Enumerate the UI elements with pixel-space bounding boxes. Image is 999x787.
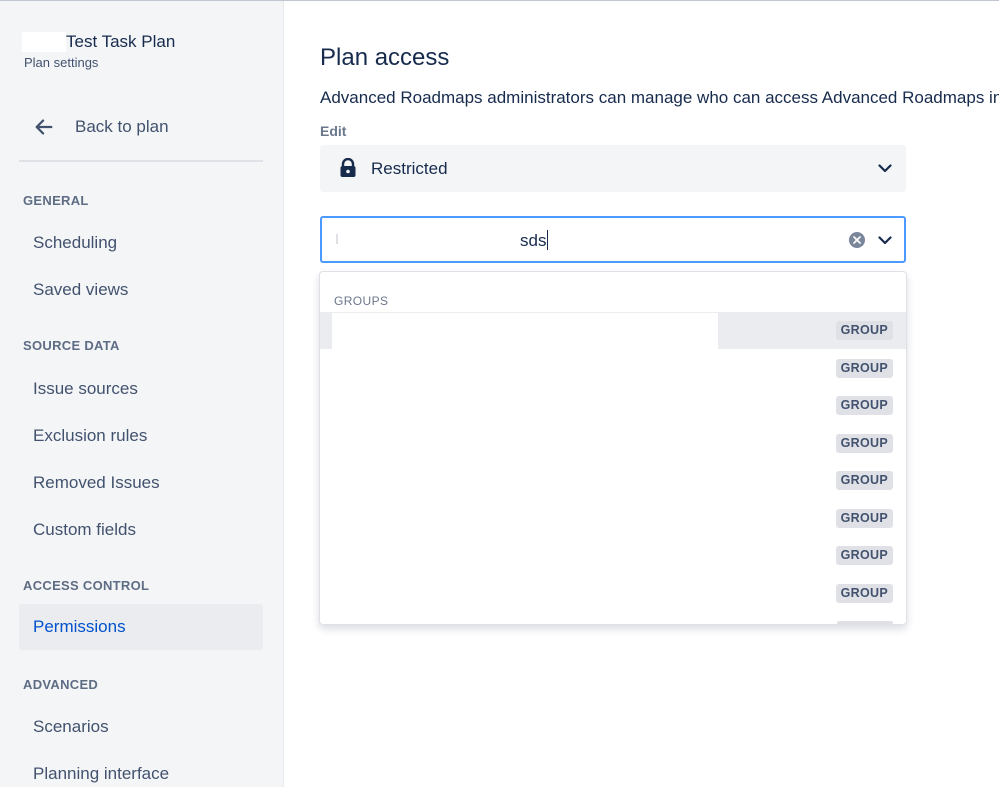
group-option[interactable]: GROUP xyxy=(320,537,906,574)
sidebar-item-issue-sources[interactable]: Issue sources xyxy=(19,366,263,412)
input-placeholder-mark xyxy=(336,234,338,244)
section-label-source-data: SOURCE DATA xyxy=(23,338,120,353)
back-to-plan-link[interactable]: Back to plan xyxy=(33,111,169,143)
sidebar: Test Task Plan Plan settings Back to pla… xyxy=(0,1,284,787)
group-option[interactable]: GROUP xyxy=(320,312,906,349)
dropdown-heading: GROUPS xyxy=(334,294,389,308)
group-badge: GROUP xyxy=(835,321,893,340)
section-label-access-control: ACCESS CONTROL xyxy=(23,578,150,593)
group-badge: GROUP xyxy=(835,509,893,528)
group-badge-partial xyxy=(837,621,893,624)
back-to-plan-label: Back to plan xyxy=(75,117,169,136)
sidebar-item-scenarios[interactable]: Scenarios xyxy=(19,704,263,750)
plan-avatar xyxy=(22,32,66,52)
group-option[interactable]: GROUP xyxy=(320,500,906,537)
text-caret xyxy=(547,230,549,250)
sidebar-item-saved-views[interactable]: Saved views xyxy=(19,267,263,313)
sidebar-item-scheduling[interactable]: Scheduling xyxy=(19,220,263,266)
group-badge: GROUP xyxy=(835,359,893,378)
group-option[interactable]: GROUP xyxy=(320,462,906,499)
search-value-text: sds xyxy=(520,231,547,250)
plan-subtitle: Plan settings xyxy=(24,55,99,70)
section-label-general: GENERAL xyxy=(23,193,89,208)
group-option-name xyxy=(332,313,718,349)
sidebar-item-permissions[interactable]: Permissions xyxy=(19,604,263,650)
sidebar-item-planning-interface[interactable]: Planning interface xyxy=(19,751,263,787)
edit-label: Edit xyxy=(320,123,347,139)
sidebar-item-custom-fields[interactable]: Custom fields xyxy=(19,507,263,553)
group-option[interactable]: GROUP xyxy=(320,350,906,387)
search-value: sds xyxy=(520,230,549,251)
group-option[interactable]: GROUP xyxy=(320,387,906,424)
sidebar-divider xyxy=(19,160,263,162)
plan-title: Test Task Plan xyxy=(66,32,176,51)
sidebar-item-removed-issues[interactable]: Removed Issues xyxy=(19,460,263,506)
group-badge: GROUP xyxy=(835,471,893,490)
lock-icon xyxy=(340,158,356,177)
group-badge: GROUP xyxy=(835,546,893,565)
group-option[interactable]: GROUP xyxy=(320,425,906,462)
arrow-left-icon xyxy=(35,119,53,135)
chevron-down-icon[interactable] xyxy=(876,231,894,249)
chevron-down-icon xyxy=(878,164,892,173)
group-badge: GROUP xyxy=(835,434,893,453)
group-dropdown-menu: GROUPS GROUP GROUP GROUP GROUP GROUP GRO… xyxy=(319,271,907,625)
group-badge: GROUP xyxy=(835,396,893,415)
access-level-select[interactable]: Restricted xyxy=(320,145,906,192)
page-description: Advanced Roadmaps administrators can man… xyxy=(320,88,999,107)
group-search-input[interactable]: sds xyxy=(320,216,906,263)
sidebar-item-exclusion-rules[interactable]: Exclusion rules xyxy=(19,413,263,459)
clear-icon[interactable] xyxy=(848,231,866,249)
access-level-value: Restricted xyxy=(371,159,448,178)
page-title: Plan access xyxy=(320,44,450,71)
group-option-partial[interactable] xyxy=(320,588,906,624)
section-label-advanced: ADVANCED xyxy=(23,677,99,692)
